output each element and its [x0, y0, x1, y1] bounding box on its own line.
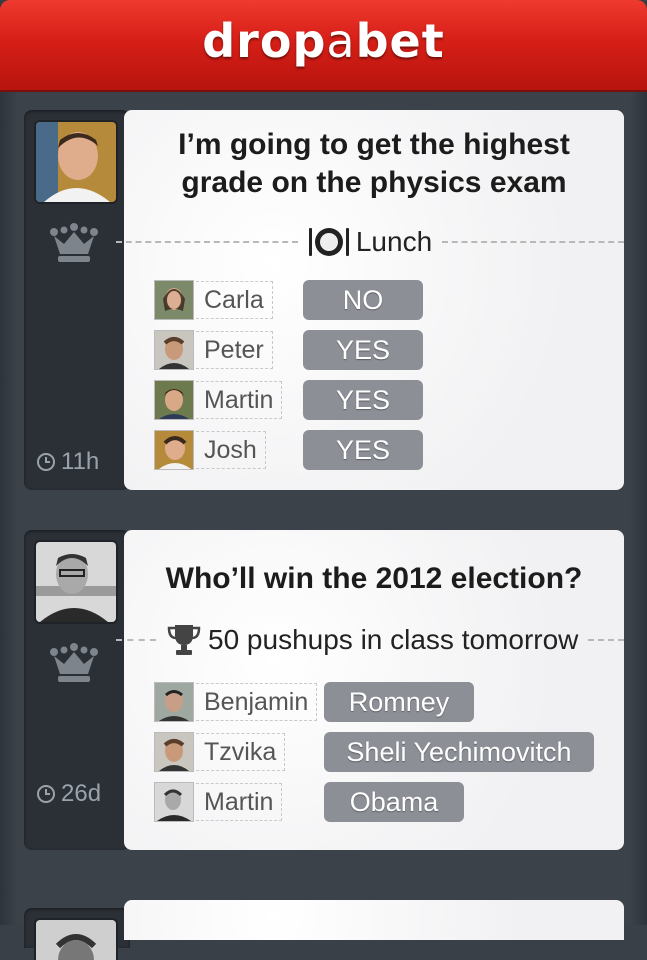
bet-time: 26d: [36, 780, 101, 808]
avatar: [154, 682, 194, 722]
bettor-name: Carla: [196, 281, 273, 319]
list-item[interactable]: Carla: [154, 280, 273, 320]
bet-answer: Romney: [324, 682, 474, 722]
list-item[interactable]: Josh: [154, 430, 266, 470]
bettor-name: Martin: [196, 783, 283, 821]
bet-sidebar: 26d: [24, 530, 130, 850]
bet-stake: 50 pushups in class tomorrow: [116, 620, 624, 660]
avatar: [154, 430, 194, 470]
bet-answer: YES: [303, 380, 423, 420]
bet-sidebar: 11h: [24, 110, 130, 490]
creator-avatar[interactable]: [34, 540, 118, 624]
clock-icon: [37, 453, 55, 471]
bet-sidebar: [24, 908, 130, 960]
bet-card[interactable]: Who’ll win the 2012 election? 50 pushups…: [116, 530, 624, 850]
list-item[interactable]: Benjamin: [154, 682, 318, 722]
bet-answer: YES: [303, 330, 423, 370]
list-item[interactable]: Martin: [154, 782, 283, 822]
avatar: [154, 280, 194, 320]
list-item[interactable]: Tzvika: [154, 732, 286, 772]
bet-stake: Lunch: [116, 222, 625, 262]
bet-question: I’m going to get the highest grade on th…: [178, 128, 570, 199]
bettor-name: Peter: [196, 331, 273, 369]
bet-answer: Obama: [324, 782, 464, 822]
bet-feed[interactable]: 11h I’m going to get the highest grade o…: [0, 92, 647, 960]
avatar: [154, 380, 194, 420]
bet-question: Who’ll win the 2012 election?: [165, 562, 583, 595]
creator-avatar[interactable]: [34, 120, 118, 204]
list-item[interactable]: Martin: [154, 380, 283, 420]
stake-label: Lunch: [355, 226, 433, 257]
bet-time: 11h: [36, 448, 99, 476]
app-header: dropabet: [0, 0, 647, 92]
crown-icon[interactable]: [48, 222, 100, 266]
app-logo: dropabet: [202, 14, 445, 68]
bettor-name: Martin: [196, 381, 283, 419]
avatar: [154, 782, 194, 822]
bet-card[interactable]: I’m going to get the highest grade on th…: [116, 110, 625, 490]
stake-label: 50 pushups in class tomorrow: [208, 624, 579, 655]
list-item[interactable]: Peter: [154, 330, 273, 370]
bettor-name: Tzvika: [196, 733, 286, 771]
avatar: [154, 330, 194, 370]
bet-answer: Sheli Yechimovitch: [324, 732, 594, 772]
plate-fork-knife-icon: [308, 226, 350, 258]
avatar: [154, 732, 194, 772]
bettor-name: Benjamin: [196, 683, 318, 721]
crown-icon[interactable]: [48, 642, 100, 686]
bettor-name: Josh: [196, 431, 266, 469]
bet-answer: YES: [303, 430, 423, 470]
creator-avatar[interactable]: [34, 918, 118, 960]
bet-answer: NO: [303, 280, 423, 320]
trophy-icon: [166, 623, 202, 657]
clock-icon: [37, 785, 55, 803]
bet-card[interactable]: [124, 900, 624, 940]
